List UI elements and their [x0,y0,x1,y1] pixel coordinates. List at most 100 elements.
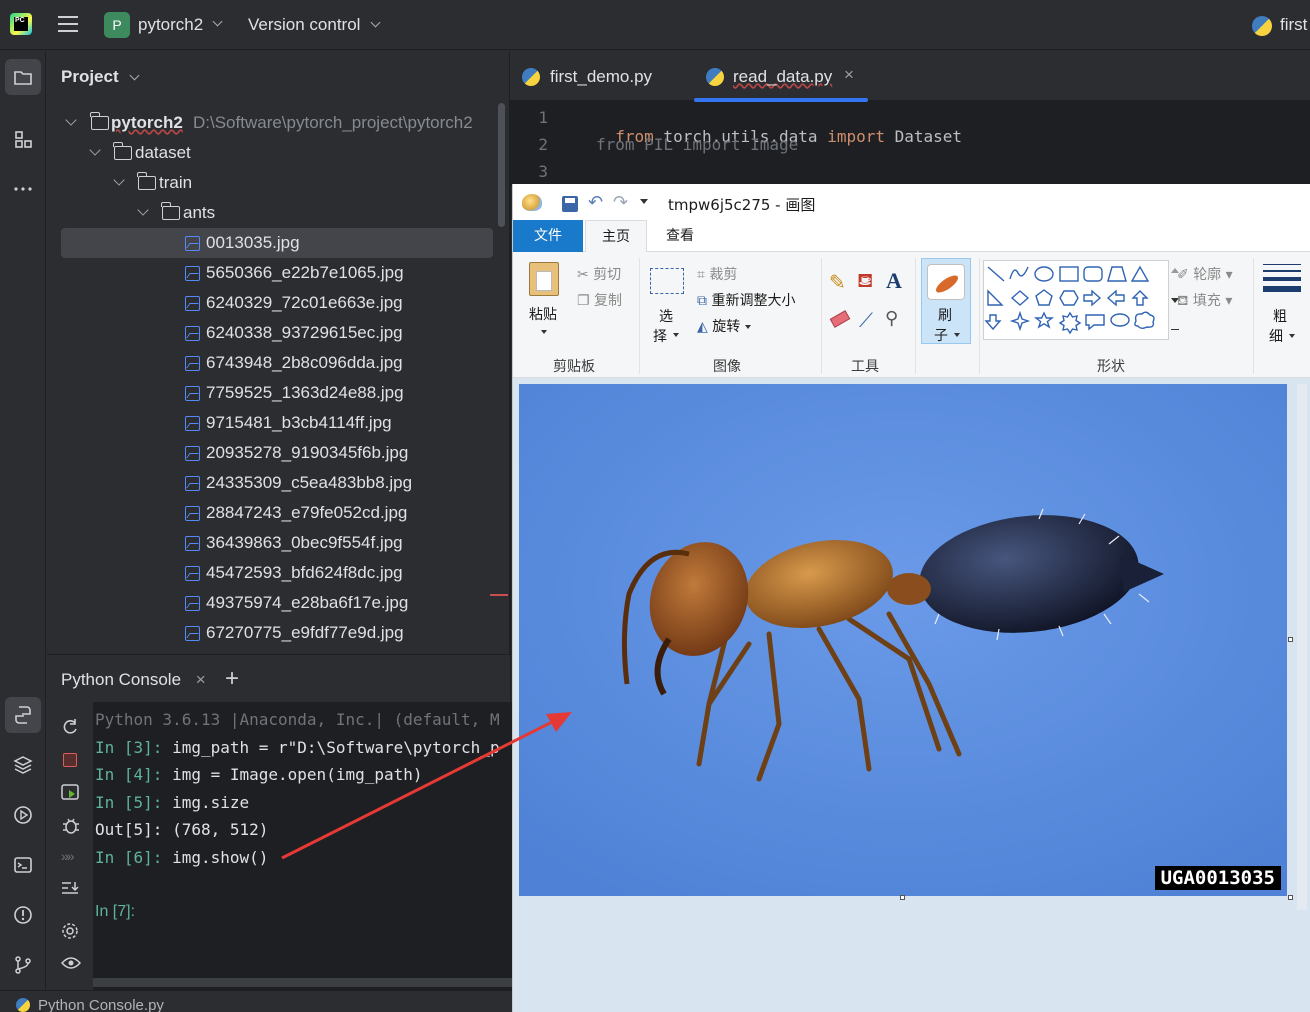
crop-button[interactable]: ⌗ 裁剪 [697,264,737,284]
save-icon[interactable] [562,196,578,212]
tab-file[interactable]: 文件 [513,220,583,252]
tree-row-file[interactable]: 5650366_e22b7e1065.jpg [61,258,501,288]
tree-row-file[interactable]: 6743948_2b8c096dda.jpg [61,348,501,378]
cut-button[interactable]: ✂ 剪切 [577,264,621,284]
terminal-tool-button[interactable] [5,847,41,883]
main-menu-icon[interactable] [58,16,78,34]
console-output[interactable]: Python 3.6.13 |Anaconda, Inc.| (default,… [93,702,512,990]
resize-button[interactable]: ⧉ 重新调整大小 [697,290,795,310]
chevron-down-icon [65,114,77,126]
root-folder-path: D:\Software\pytorch_project\pytorch2 [193,113,473,132]
console-toolbar: »» [47,702,93,990]
python-packages-tool-button[interactable] [5,747,41,783]
tab-label: first_demo.py [550,67,653,86]
fill-bucket-icon[interactable]: ⛾ [857,268,873,295]
vcs-widget[interactable]: Version control [248,15,381,35]
services-tool-button[interactable] [5,797,41,833]
settings-gear-icon[interactable] [61,922,79,940]
file-name: 67270775_e9fdf77e9d.jpg [206,623,404,642]
history-icon[interactable]: »» [61,848,75,864]
chevron-down-icon [129,70,140,81]
paint-window: ↶ ↷ tmpw6j5c275 - 画图 文件 主页 查看 粘贴 ✂ 剪切 ❐ … [512,184,1310,1012]
shapes-gallery[interactable] [983,260,1169,340]
python-file-icon [706,68,724,86]
ant-photo[interactable]: UGA0013035 [519,384,1287,896]
crop-label: 裁剪 [709,267,738,283]
eraser-icon[interactable] [829,310,851,328]
run-config-widget[interactable]: first [1252,14,1310,38]
tree-row-file[interactable]: 0013035.jpg [61,228,493,258]
close-icon[interactable]: × [196,670,206,689]
group-label-clipboard: 剪贴板 [553,359,595,375]
resize-label: 重新调整大小 [711,293,796,309]
pencil-icon[interactable]: ✎ [829,270,846,294]
console-prompt: In [3]: [95,738,173,757]
tree-row-file[interactable]: 28847243_e79fe052cd.jpg [61,498,501,528]
resize-handle-bottom[interactable] [900,895,905,900]
tree-row-folder[interactable]: train [61,168,501,198]
rotate-button[interactable]: ◭ 旋转 [697,316,751,336]
rerun-icon[interactable] [61,718,79,736]
resize-handle-corner[interactable] [1288,895,1293,900]
console-input-prompt[interactable]: In [7]: [95,903,135,921]
cut-label: 剪切 [593,267,622,283]
tree-row-file[interactable]: 49375974_e28ba6f17e.jpg [61,588,501,618]
pycharm-logo-icon[interactable]: PC [10,13,32,35]
size-button[interactable]: 粗 细 [1259,262,1305,348]
line-number: 1 [538,108,548,127]
project-tool-button[interactable] [5,59,41,95]
tree-row-folder[interactable]: dataset [61,138,501,168]
undo-icon[interactable]: ↶ [588,192,603,213]
debug-bug-icon[interactable] [61,816,81,836]
tab-home[interactable]: 主页 [585,220,647,253]
problems-tool-button[interactable] [5,897,41,933]
tree-row-file[interactable]: 6240338_93729615ec.jpg [61,318,501,348]
run-config-label: first [1280,15,1308,34]
tree-row-root[interactable]: pytorch2 D:\Software\pytorch_project\pyt… [61,108,501,138]
fill-button[interactable]: ⛾ 填充 ▾ [1177,290,1232,311]
close-icon[interactable]: × [844,65,854,85]
canvas-scrollbar[interactable] [1297,384,1307,910]
tree-row-file[interactable]: 24335309_c5ea483bb8.jpg [61,468,501,498]
tree-row-file[interactable]: 36439863_0bec9f554f.jpg [61,528,501,558]
tree-row-file[interactable]: 67270775_e9fdf77e9d.jpg [61,618,501,648]
console-text: img.show() [172,848,269,867]
tree-row-file[interactable]: 20935278_9190345f6b.jpg [61,438,501,468]
status-file[interactable]: Python Console.py [38,997,164,1012]
scroll-to-end-icon[interactable] [61,880,79,898]
tree-row-file[interactable]: 9715481_b3cb4114ff.jpg [61,408,501,438]
resize-handle-right[interactable] [1288,637,1293,642]
paint-app-icon[interactable] [522,194,542,211]
console-tab[interactable]: Python Console × [61,670,206,690]
code-line-2[interactable]: from PIL import Image [596,135,798,154]
tree-row-folder[interactable]: ants [61,198,501,228]
line-size-icon [1263,264,1301,292]
tab-read-data[interactable]: read_data.py × [694,51,868,102]
add-console-icon[interactable]: + [225,665,239,693]
tree-row-file[interactable]: 45472593_bfd624f8dc.jpg [61,558,501,588]
select-button[interactable]: 选 择 [647,262,687,348]
console-hscrollbar[interactable] [93,978,512,987]
project-panel-header[interactable]: Project [61,67,140,87]
text-tool-icon[interactable]: A [886,268,902,294]
project-badge-icon: P [104,12,130,38]
git-tool-button[interactable] [5,947,41,983]
magnifier-icon[interactable]: ⚲ [885,308,898,329]
outline-button[interactable]: ✐ 轮廓 ▾ [1177,264,1233,284]
execute-icon[interactable] [61,784,81,802]
eye-icon[interactable] [61,956,81,970]
python-console-tool-button[interactable] [5,697,41,733]
stop-icon[interactable] [63,753,77,767]
tree-row-file[interactable]: 7759525_1363d24e88.jpg [61,378,501,408]
structure-tool-button[interactable] [5,121,41,157]
tree-row-file[interactable]: 6240329_72c01e663e.jpg [61,288,501,318]
color-picker-icon[interactable]: ⟋ [859,308,873,332]
customize-toolbar-icon[interactable] [640,199,648,204]
paste-button[interactable]: 粘贴 [523,258,567,342]
tab-view[interactable]: 查看 [649,220,711,252]
redo-icon[interactable]: ↷ [613,192,628,213]
more-tools-button[interactable] [5,171,41,207]
file-name: 9715481_b3cb4114ff.jpg [206,413,392,432]
copy-button[interactable]: ❐ 复制 [577,290,622,310]
brush-button[interactable]: 刷 子 [921,258,971,344]
